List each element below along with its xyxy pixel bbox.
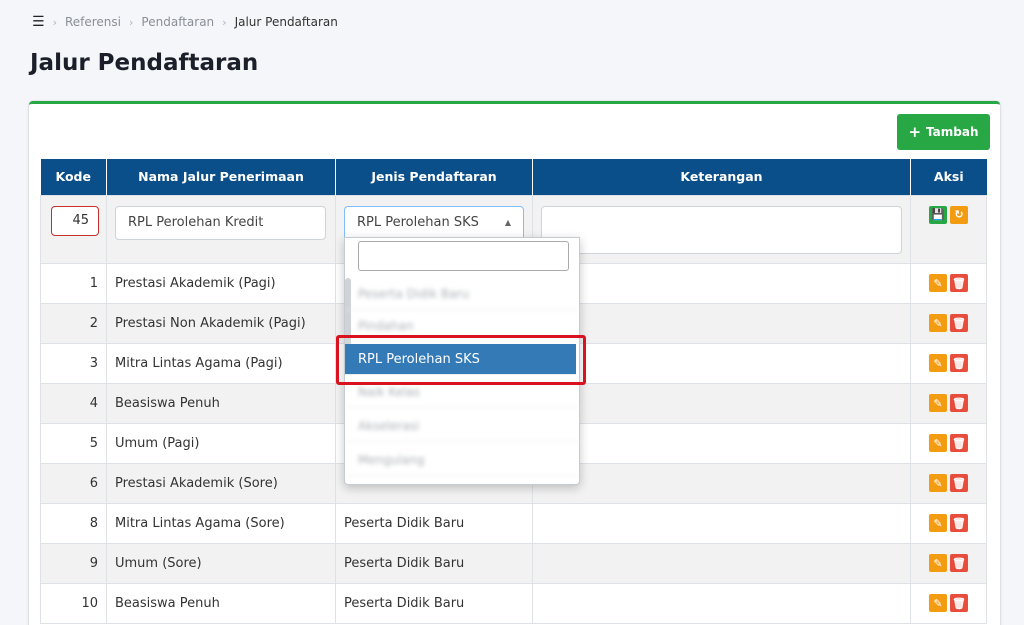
add-button-label: Tambah [926, 125, 979, 139]
cell-kode: 6 [40, 462, 107, 504]
delete-icon[interactable]: 🗑 [950, 314, 968, 332]
cell-jenis: Peserta Didik Baru [335, 582, 533, 624]
cell-keterangan [532, 382, 911, 424]
reset-icon[interactable]: ↻ [950, 205, 968, 224]
edit-icon[interactable]: ✎ [929, 274, 947, 292]
edit-icon[interactable]: ✎ [929, 554, 947, 572]
cell-aksi: ✎ 🗑 [910, 262, 987, 304]
cell-nama: Beasiswa Penuh [106, 382, 336, 424]
cell-aksi: ✎ 🗑 [910, 542, 987, 584]
header-kode: Kode [40, 159, 107, 195]
dropdown-option[interactable]: Mengulang [345, 444, 579, 476]
cell-keterangan [532, 542, 911, 584]
delete-icon[interactable]: 🗑 [950, 434, 968, 452]
cell-aksi: ✎ 🗑 [910, 342, 987, 384]
cell-kode: 9 [40, 542, 107, 584]
hamburger-menu-icon[interactable]: ☰ [32, 14, 45, 30]
cell-keterangan [532, 582, 911, 624]
cell-keterangan [532, 502, 911, 544]
jenis-select-value: RPL Perolehan SKS [357, 215, 479, 230]
table-row: 10 Beasiswa Penuh Peserta Didik Baru ✎ 🗑 [40, 582, 987, 624]
breadcrumb-item-pendaftaran[interactable]: Pendaftaran [141, 15, 214, 29]
edit-icon[interactable]: ✎ [929, 474, 947, 492]
header-aksi: Aksi [910, 159, 987, 195]
table-row: 8 Mitra Lintas Agama (Sore) Peserta Didik … [40, 502, 987, 544]
table-header-row: Kode Nama Jalur Penerimaan Jenis Pendaft… [40, 159, 987, 195]
highlight-annotation [336, 335, 586, 385]
breadcrumb-separator-icon: › [222, 15, 227, 29]
plus-icon: + [908, 123, 922, 141]
cell-aksi: ✎ 🗑 [910, 582, 987, 624]
delete-icon[interactable]: 🗑 [950, 394, 968, 412]
cell-nama: Beasiswa Penuh [106, 582, 336, 624]
cell-aksi: ✎ 🗑 [910, 382, 987, 424]
cell-keterangan [532, 262, 911, 304]
header-jenis: Jenis Pendaftaran [335, 159, 533, 195]
breadcrumb-separator-icon: › [52, 15, 57, 29]
delete-icon[interactable]: 🗑 [950, 594, 968, 612]
kode-input[interactable] [51, 205, 99, 236]
cell-keterangan [532, 462, 911, 504]
add-button[interactable]: + Tambah [897, 114, 990, 150]
cell-aksi: ✎ 🗑 [910, 302, 987, 344]
save-icon[interactable]: 💾 [929, 205, 947, 224]
header-nama: Nama Jalur Penerimaan [106, 159, 336, 195]
cell-nama: Prestasi Akademik (Sore) [106, 462, 336, 504]
cell-kode: 5 [40, 422, 107, 464]
edit-icon[interactable]: ✎ [929, 514, 947, 532]
cell-kode: 10 [40, 582, 107, 624]
nama-input[interactable] [115, 205, 326, 240]
table-row: 9 Umum (Sore) Peserta Didik Baru ✎ 🗑 [40, 542, 987, 584]
breadcrumb-separator-icon: › [129, 15, 134, 29]
keterangan-textarea[interactable] [541, 205, 902, 254]
edit-icon[interactable]: ✎ [929, 594, 947, 612]
edit-icon[interactable]: ✎ [929, 354, 947, 372]
cell-aksi: ✎ 🗑 [910, 422, 987, 464]
delete-icon[interactable]: 🗑 [950, 274, 968, 292]
page-title: Jalur Pendaftaran [30, 50, 259, 76]
cell-nama: Umum (Sore) [106, 542, 336, 584]
delete-icon[interactable]: 🗑 [950, 554, 968, 572]
dropdown-option[interactable]: Akselerasi [345, 410, 579, 442]
edit-icon[interactable]: ✎ [929, 394, 947, 412]
cell-kode: 3 [40, 342, 107, 384]
cell-jenis: Peserta Didik Baru [335, 502, 533, 544]
cell-nama: Prestasi Non Akademik (Pagi) [106, 302, 336, 344]
cell-keterangan [532, 342, 911, 384]
breadcrumb-item-current: Jalur Pendaftaran [234, 15, 338, 29]
delete-icon[interactable]: 🗑 [950, 474, 968, 492]
cell-kode: 8 [40, 502, 107, 544]
cell-nama: Mitra Lintas Agama (Pagi) [106, 342, 336, 384]
jenis-select[interactable]: RPL Perolehan SKS ▲ [344, 205, 524, 240]
cell-keterangan [532, 302, 911, 344]
cell-kode: 1 [40, 262, 107, 304]
cell-jenis: Peserta Didik Baru [335, 542, 533, 584]
breadcrumb-item-referensi[interactable]: Referensi [65, 15, 121, 29]
dropdown-search-input[interactable] [358, 241, 569, 271]
dropdown-option[interactable]: Peserta Didik Baru [345, 278, 579, 310]
header-keterangan: Keterangan [532, 159, 911, 195]
breadcrumb: ☰ › Referensi › Pendaftaran › Jalur Pend… [32, 14, 338, 30]
delete-icon[interactable]: 🗑 [950, 514, 968, 532]
cell-nama: Umum (Pagi) [106, 422, 336, 464]
delete-icon[interactable]: 🗑 [950, 354, 968, 372]
cell-nama: Prestasi Akademik (Pagi) [106, 262, 336, 304]
cell-keterangan [532, 422, 911, 464]
cell-aksi: ✎ 🗑 [910, 502, 987, 544]
caret-up-icon: ▲ [504, 218, 511, 227]
cell-kode: 2 [40, 302, 107, 344]
cell-aksi: ✎ 🗑 [910, 462, 987, 504]
cell-nama: Mitra Lintas Agama (Sore) [106, 502, 336, 544]
edit-icon[interactable]: ✎ [929, 314, 947, 332]
cell-kode: 4 [40, 382, 107, 424]
edit-icon[interactable]: ✎ [929, 434, 947, 452]
